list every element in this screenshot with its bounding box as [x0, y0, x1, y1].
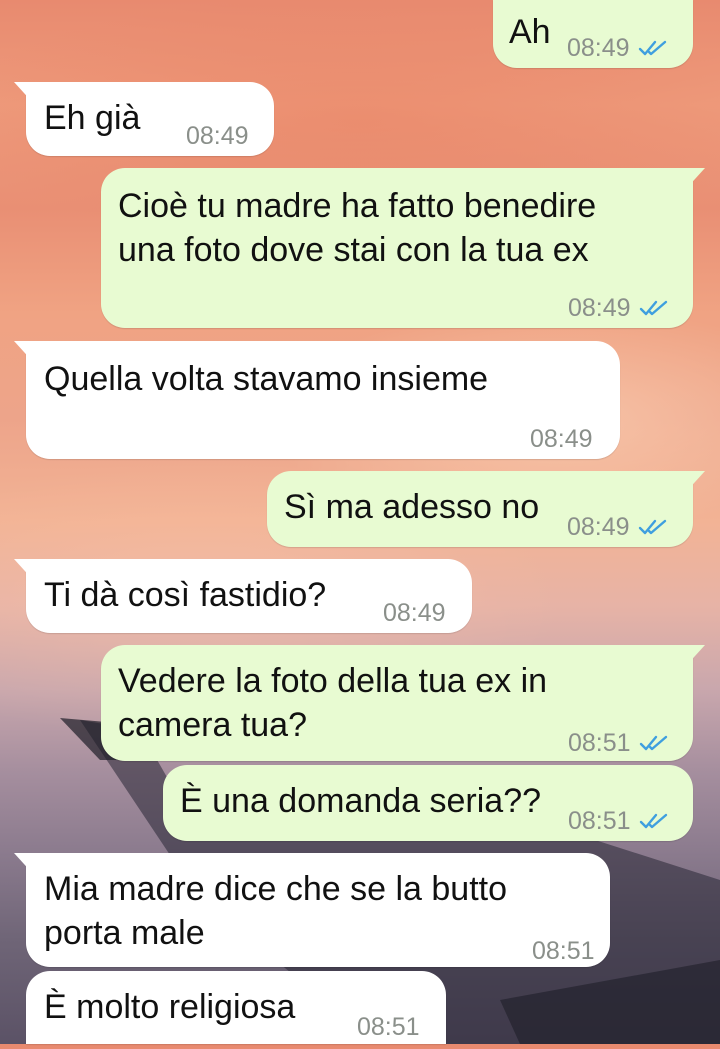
message-time: 08:49 — [530, 425, 593, 453]
message-text: Sì ma adesso no — [284, 488, 540, 526]
message-bubble-incoming[interactable]: Quella volta stavamo insieme 08:49 — [14, 341, 620, 459]
message-time: 08:49 — [568, 294, 631, 322]
bubble-tail — [685, 471, 705, 493]
message-time: 08:51 — [532, 937, 595, 965]
double-check-icon — [639, 735, 667, 751]
message-text: Quella volta stavamo insieme — [44, 360, 489, 398]
message-bubble-outgoing[interactable]: Vedere la foto della tua ex in camera tu… — [101, 645, 705, 761]
message-bubble-outgoing[interactable]: Cioè tu madre ha fatto benedire una foto… — [101, 168, 705, 330]
message-bubble-incoming[interactable]: Ti dà così fastidio? 08:49 — [14, 559, 472, 633]
message-meta: 08:49 — [567, 505, 668, 549]
double-check-icon — [639, 300, 667, 316]
message-time: 08:49 — [567, 513, 630, 541]
message-bubble-incoming[interactable]: Mia madre dice che se la butto porta mal… — [14, 853, 610, 967]
message-time: 08:49 — [383, 599, 446, 627]
bubble-tail — [14, 341, 34, 363]
message-time: 08:51 — [357, 1013, 420, 1041]
message-meta: 08:51 — [568, 799, 669, 843]
bubble-tail — [685, 168, 705, 190]
double-check-icon — [639, 813, 667, 829]
message-text: Mia madre dice che se la butto porta mal… — [44, 870, 508, 952]
message-text: Vedere la foto della tua ex in camera tu… — [118, 662, 548, 744]
message-meta: 08:51 — [568, 721, 669, 765]
message-text: È una domanda seria?? — [180, 782, 542, 820]
message-bubble-outgoing[interactable]: Ah 08:49 — [493, 0, 693, 68]
message-bubble-outgoing[interactable]: È una domanda seria?? 08:51 — [163, 765, 693, 841]
double-check-icon — [638, 40, 666, 56]
message-text: Ah — [509, 13, 551, 51]
bubble-tail — [14, 82, 34, 104]
message-text: Cioè tu madre ha fatto benedire una foto… — [118, 187, 597, 269]
message-meta: 08:49 — [568, 286, 669, 330]
message-text: È molto religiosa — [44, 988, 296, 1026]
message-text: Eh già — [44, 99, 141, 137]
message-text: Ti dà così fastidio? — [44, 576, 327, 614]
message-time: 08:49 — [186, 122, 249, 150]
bubble-tail — [14, 559, 34, 581]
message-bubble-incoming[interactable]: Eh già 08:49 — [14, 82, 274, 156]
message-time: 08:51 — [568, 807, 631, 835]
message-bubble-outgoing[interactable]: Sì ma adesso no 08:49 — [267, 471, 705, 549]
bubble-tail — [685, 645, 705, 667]
double-check-icon — [638, 519, 666, 535]
message-time: 08:49 — [567, 34, 630, 62]
message-meta: 08:49 — [567, 26, 668, 70]
message-bubble-incoming[interactable]: È molto religiosa 08:51 — [26, 971, 446, 1044]
bubble-tail — [14, 853, 34, 875]
message-time: 08:51 — [568, 729, 631, 757]
